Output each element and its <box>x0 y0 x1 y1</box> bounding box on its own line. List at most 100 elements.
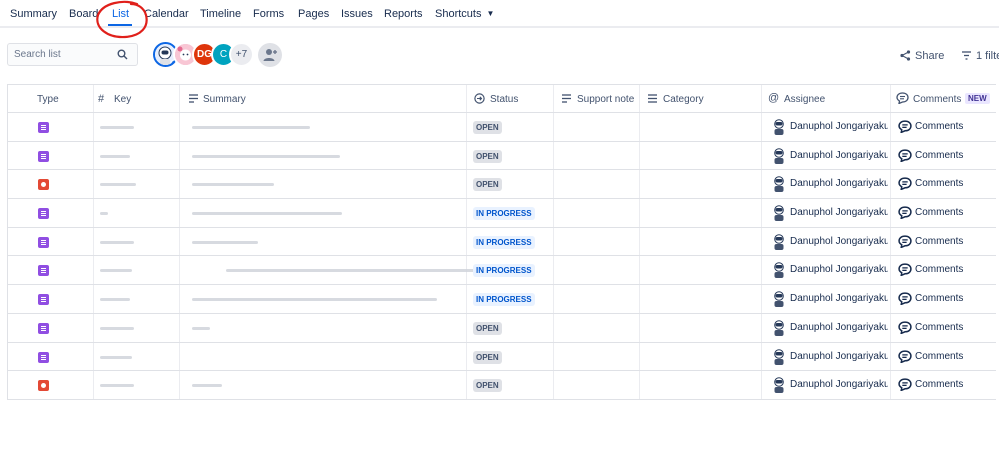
key-cell[interactable] <box>94 170 180 199</box>
summary-cell[interactable] <box>180 113 467 141</box>
tab-pages[interactable]: Pages <box>298 8 329 20</box>
column-header-comments[interactable]: Comments NEW <box>891 85 997 112</box>
category-cell[interactable] <box>640 170 762 199</box>
status-cell[interactable]: IN PROGRESS <box>467 227 554 256</box>
comments-cell[interactable]: Comments <box>891 142 997 170</box>
assignee-cell[interactable]: Danuphol Jongariyakul <box>762 285 891 313</box>
support-note-cell[interactable] <box>554 227 640 256</box>
column-header-summary[interactable]: Summary <box>180 85 467 112</box>
key-cell[interactable] <box>94 141 180 170</box>
comments-cell[interactable]: Comments <box>891 228 997 256</box>
category-cell[interactable] <box>640 227 762 256</box>
support-note-cell[interactable] <box>554 170 640 199</box>
table-row[interactable]: IN PROGRESS Danuphol Jongariyakul Commen <box>8 227 997 257</box>
more-avatars-button[interactable]: +7 <box>229 42 254 67</box>
table-row[interactable]: OPEN Danuphol Jongariyakul Comments <box>8 313 997 343</box>
status-lozenge[interactable]: IN PROGRESS <box>473 293 535 307</box>
status-lozenge[interactable]: OPEN <box>473 178 502 192</box>
support-note-cell[interactable] <box>554 141 640 170</box>
status-cell[interactable]: IN PROGRESS <box>467 199 554 227</box>
comments-cell[interactable]: Comments <box>891 256 997 284</box>
support-note-cell[interactable] <box>554 313 640 342</box>
support-note-cell[interactable] <box>554 342 640 371</box>
comments-link[interactable]: Comments <box>915 379 963 390</box>
summary-cell[interactable] <box>180 256 476 285</box>
summary-cell[interactable] <box>180 313 467 342</box>
status-lozenge[interactable]: OPEN <box>473 350 502 364</box>
summary-cell[interactable] <box>180 141 467 170</box>
status-lozenge[interactable]: IN PROGRESS <box>473 235 535 249</box>
column-header-support-note[interactable]: Support note <box>554 85 640 112</box>
add-people-button[interactable] <box>258 43 282 67</box>
column-header-key[interactable]: # Key <box>94 85 180 112</box>
status-lozenge[interactable]: OPEN <box>473 379 502 393</box>
category-cell[interactable] <box>640 113 762 141</box>
comments-link[interactable]: Comments <box>915 264 963 275</box>
assignee-cell[interactable]: Danuphol Jongariyakul <box>762 170 891 199</box>
status-cell[interactable]: OPEN <box>467 170 554 199</box>
status-cell[interactable]: IN PROGRESS <box>467 256 554 285</box>
tab-reports[interactable]: Reports <box>384 8 423 20</box>
status-cell[interactable]: OPEN <box>467 342 554 371</box>
column-header-type[interactable]: Type <box>8 85 94 112</box>
support-note-cell[interactable] <box>554 199 640 227</box>
table-row[interactable]: OPEN Danuphol Jongariyakul Comments <box>8 141 997 171</box>
comments-cell[interactable]: Comments <box>891 113 997 141</box>
comments-cell[interactable]: Comments <box>891 314 997 342</box>
assignee-cell[interactable]: Danuphol Jongariyakul <box>762 141 891 170</box>
comments-cell[interactable]: Comments <box>891 371 997 399</box>
search-input[interactable]: Search list <box>7 43 138 66</box>
assignee-cell[interactable]: Danuphol Jongariyakul <box>762 227 891 256</box>
column-header-category[interactable]: Category <box>640 85 762 112</box>
summary-cell[interactable] <box>180 227 467 256</box>
table-row[interactable]: IN PROGRESS Danuphol Jongariyakul Commen <box>8 256 997 286</box>
assignee-cell[interactable]: Danuphol Jongariyakul <box>762 313 891 342</box>
comments-cell[interactable]: Comments <box>891 343 997 371</box>
comments-link[interactable]: Comments <box>915 322 963 333</box>
summary-cell[interactable] <box>180 371 467 399</box>
column-header-status[interactable]: Status <box>467 85 554 112</box>
support-note-cell[interactable] <box>554 113 640 141</box>
comments-cell[interactable]: Comments <box>891 285 997 313</box>
tab-summary[interactable]: Summary <box>10 8 57 20</box>
key-cell[interactable] <box>94 199 180 227</box>
support-note-cell[interactable] <box>554 256 640 285</box>
assignee-cell[interactable]: Danuphol Jongariyakul <box>762 199 891 227</box>
comments-link[interactable]: Comments <box>915 121 963 132</box>
tab-shortcuts[interactable]: Shortcuts ▼ <box>435 8 494 20</box>
comments-cell[interactable]: Comments <box>891 199 997 227</box>
assignee-cell[interactable]: Danuphol Jongariyakul <box>762 371 891 399</box>
support-note-cell[interactable] <box>554 371 640 399</box>
share-button[interactable]: Share <box>900 50 944 62</box>
status-lozenge[interactable]: OPEN <box>473 121 502 134</box>
assignee-cell[interactable]: Danuphol Jongariyakul <box>762 342 891 371</box>
summary-cell[interactable] <box>180 170 467 199</box>
key-cell[interactable] <box>94 313 180 342</box>
comments-link[interactable]: Comments <box>915 351 963 362</box>
summary-cell[interactable] <box>180 342 467 371</box>
category-cell[interactable] <box>640 342 762 371</box>
support-note-cell[interactable] <box>554 285 640 313</box>
category-cell[interactable] <box>640 371 762 399</box>
key-cell[interactable] <box>94 227 180 256</box>
comments-link[interactable]: Comments <box>915 207 963 218</box>
key-cell[interactable] <box>94 285 180 313</box>
status-cell[interactable]: OPEN <box>467 141 554 170</box>
comments-link[interactable]: Comments <box>915 150 963 161</box>
tab-timeline[interactable]: Timeline <box>200 8 241 20</box>
comments-link[interactable]: Comments <box>915 236 963 247</box>
comments-link[interactable]: Comments <box>915 293 963 304</box>
table-row[interactable]: OPEN Danuphol Jongariyakul Comments <box>8 342 997 372</box>
category-cell[interactable] <box>640 199 762 227</box>
key-cell[interactable] <box>94 256 180 285</box>
status-cell[interactable]: OPEN <box>467 371 554 399</box>
key-cell[interactable] <box>94 113 180 141</box>
key-cell[interactable] <box>94 342 180 371</box>
status-cell[interactable]: OPEN <box>467 313 554 342</box>
table-row[interactable]: IN PROGRESS Danuphol Jongariyakul Commen <box>8 285 996 314</box>
key-cell[interactable] <box>94 371 180 399</box>
status-lozenge[interactable]: IN PROGRESS <box>473 264 535 278</box>
table-row[interactable]: OPEN Danuphol Jongariyakul Comments <box>8 371 996 400</box>
category-cell[interactable] <box>640 256 762 285</box>
tab-issues[interactable]: Issues <box>341 8 373 20</box>
